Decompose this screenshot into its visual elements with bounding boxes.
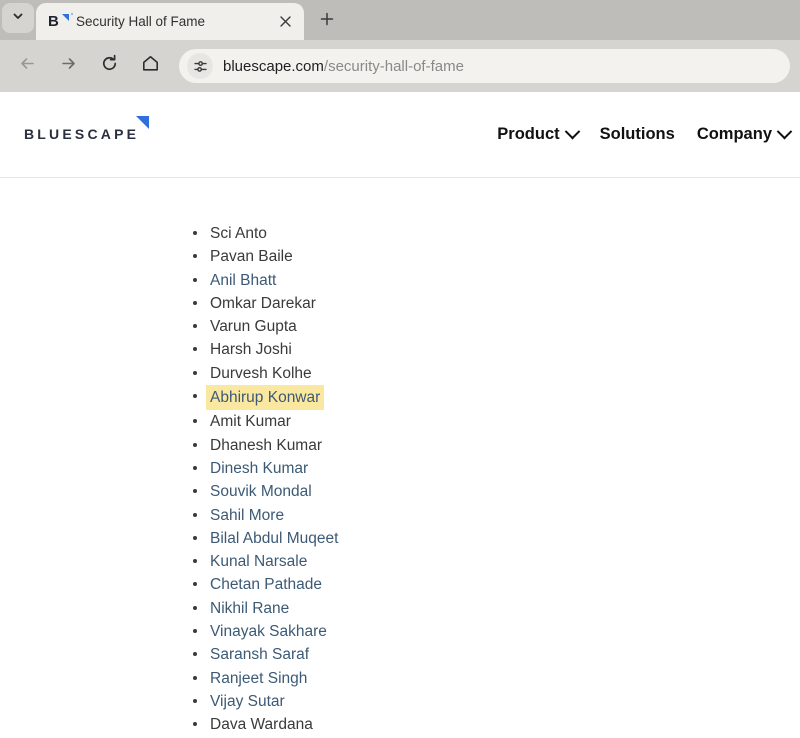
list-item[interactable]: Sahil More [193,504,800,527]
list-item: Harsh Joshi [193,338,800,361]
nav-item-company[interactable]: Company [696,123,793,144]
nav-item-label: Product [497,125,560,143]
reload-icon [100,54,119,78]
researcher-name[interactable]: Dinesh Kumar [208,457,310,480]
nav-item-product[interactable]: Product [497,123,580,144]
forward-button[interactable] [51,49,85,83]
researcher-name[interactable]: Nikhil Rane [208,597,291,620]
list-item: Omkar Darekar [193,292,800,315]
researcher-name: Varun Gupta [210,318,297,336]
nav-item-solutions[interactable]: Solutions [600,125,675,144]
tab-close-button[interactable] [274,11,296,33]
list-item: Dhanesh Kumar [193,434,800,457]
list-item: Amit Kumar [193,410,800,433]
browser-tab[interactable]: B Security Hall of Fame [36,3,304,40]
list-item: Varun Gupta [193,315,800,338]
tab-search-button[interactable] [2,3,34,33]
list-item[interactable]: Vinayak Sakhare [193,620,800,643]
plus-icon [320,12,334,31]
hall-of-fame-list: Sci Anto Pavan Baile Anil Bhatt Omkar Darek… [0,222,800,737]
researcher-name[interactable]: Kunal Narsale [208,550,309,573]
address-path: /security-hall-of-fame [323,57,464,75]
researcher-name[interactable]: Sahil More [208,504,286,527]
site-logo[interactable]: BLUESCAPE [24,115,150,144]
list-item[interactable]: Bilal Abdul Muqeet [193,527,800,550]
browser-chrome: B Security Hall of Fame bluescape.com/se… [0,0,800,92]
address-bar-text: bluescape.com/security-hall-of-fame [223,58,464,75]
list-item[interactable]: Chetan Pathade [193,573,800,596]
list-item[interactable]: Kunal Narsale [193,550,800,573]
list-item[interactable]: Anil Bhatt [193,269,800,292]
list-item: Sci Anto [193,222,800,245]
researcher-name[interactable]: Saransh Saraf [208,643,311,666]
researcher-name[interactable]: Souvik Mondal [208,480,314,503]
highlighted-name[interactable]: Abhirup Konwar [206,385,325,411]
list-item[interactable]: Nikhil Rane [193,597,800,620]
researcher-name[interactable]: Chetan Pathade [208,573,324,596]
favicon-dot-icon [71,12,73,15]
list-item[interactable]: Abhirup Konwar [193,385,800,411]
researcher-name[interactable]: Ranjeet Singh [208,667,309,690]
list-item: Pavan Baile [193,245,800,268]
researcher-name: Durvesh Kolhe [210,364,312,382]
researcher-name: Amit Kumar [210,413,291,431]
favicon-bluescape: B [48,12,73,31]
main-content: Sci Anto Pavan Baile Anil Bhatt Omkar Darek… [0,178,800,737]
researcher-name: Omkar Darekar [210,294,316,312]
back-button[interactable] [10,49,44,83]
browser-toolbar: bluescape.com/security-hall-of-fame [0,40,800,92]
list-item[interactable]: Ranjeet Singh [193,667,800,690]
list-item[interactable]: Vijay Sutar [193,690,800,713]
researcher-name[interactable]: Vijay Sutar [208,690,287,713]
site-logo-text: BLUESCAPE [24,125,140,142]
reload-button[interactable] [92,49,126,83]
home-icon [141,54,160,78]
researcher-name: Pavan Baile [210,248,293,266]
list-item[interactable]: Saransh Saraf [193,643,800,666]
list-item[interactable]: Dinesh Kumar [193,457,800,480]
address-bar[interactable]: bluescape.com/security-hall-of-fame [179,49,790,83]
researcher-name: Sci Anto [210,225,267,242]
new-tab-button[interactable] [313,7,341,35]
site-settings-icon[interactable] [187,53,213,79]
page-content: BLUESCAPE Product Solutions Company Sci … [0,92,800,738]
forward-arrow-icon [59,54,78,78]
researcher-name: Dhanesh Kumar [210,436,323,454]
nav-item-label: Solutions [599,125,675,143]
list-item: Dava Wardana [193,713,800,736]
site-header: BLUESCAPE Product Solutions Company [0,92,800,178]
home-button[interactable] [133,49,167,83]
address-host: bluescape.com [223,57,324,75]
main-navigation: Product Solutions Company [497,123,793,144]
researcher-name: Harsh Joshi [210,341,292,359]
list-item: Durvesh Kolhe [193,362,800,385]
chevron-down-icon [776,123,793,140]
back-arrow-icon [18,54,37,78]
researcher-name: Dava Wardana [210,716,313,734]
list-item[interactable]: Souvik Mondal [193,480,800,503]
chevron-down-icon [564,123,580,140]
researcher-name[interactable]: Bilal Abdul Muqeet [208,527,340,550]
favicon-letter: B [48,12,59,30]
favicon-triangle-icon [62,13,69,21]
nav-item-label: Company [696,125,772,143]
researcher-name[interactable]: Vinayak Sakhare [208,620,329,643]
researcher-name[interactable]: Anil Bhatt [208,269,278,292]
tab-strip: B Security Hall of Fame [0,0,800,40]
chevron-down-icon [12,9,24,27]
tab-title: Security Hall of Fame [76,14,206,29]
logo-triangle-icon [136,115,150,129]
